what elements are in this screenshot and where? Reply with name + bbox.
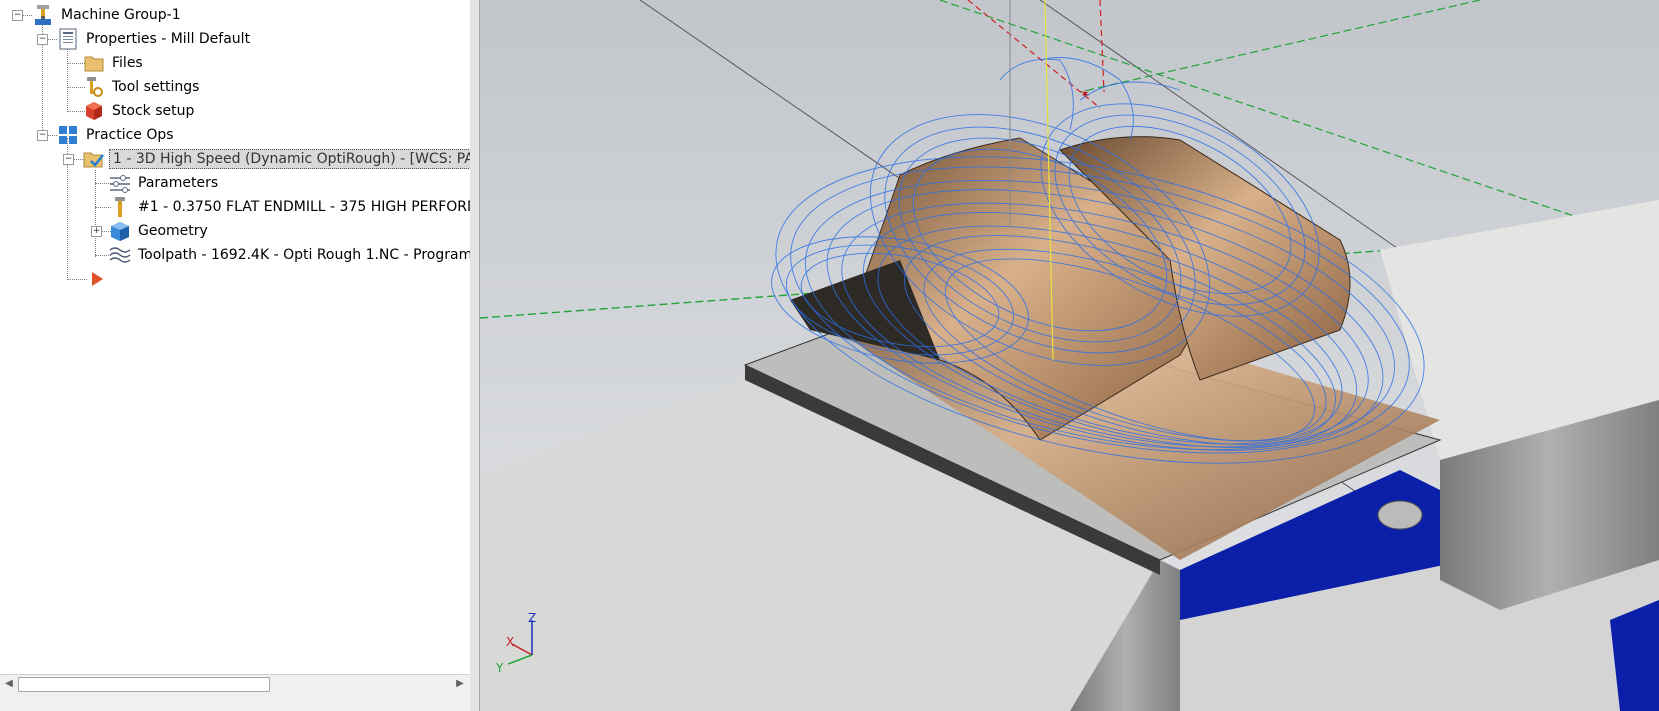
tree-line xyxy=(22,15,32,16)
collapse-practice-ops-button[interactable]: − xyxy=(37,130,48,141)
operation-folder-check-icon xyxy=(83,148,105,170)
toolpath-group-icon xyxy=(57,124,79,146)
scroll-right-icon[interactable]: ▶ xyxy=(452,676,468,692)
folder-icon xyxy=(83,52,105,74)
tree-item-parameters[interactable]: Parameters xyxy=(109,172,221,194)
collapse-properties-button[interactable]: − xyxy=(37,34,48,45)
scroll-left-icon[interactable]: ◀ xyxy=(1,676,17,692)
tree-label: Parameters xyxy=(138,175,219,191)
stock-box-icon xyxy=(83,100,105,122)
tree-line xyxy=(67,47,68,112)
tree-label: #1 - 0.3750 FLAT ENDMILL - 375 HIGH PERF… xyxy=(138,199,471,215)
tree-line xyxy=(67,279,87,280)
tree-line xyxy=(47,39,57,40)
tree-item-practice-ops[interactable]: Practice Ops xyxy=(57,124,177,146)
tree-label: Geometry xyxy=(138,223,208,239)
panel-splitter[interactable] xyxy=(470,0,480,711)
gnomon-x-label: X xyxy=(506,635,514,649)
tree-item-machine-group[interactable]: Machine Group-1 xyxy=(32,4,184,26)
tree-item-tool[interactable]: #1 - 0.3750 FLAT ENDMILL - 375 HIGH PERF… xyxy=(109,196,471,218)
properties-sheet-icon xyxy=(57,28,79,50)
toolpath-wave-icon xyxy=(109,244,131,266)
tree-label: Practice Ops xyxy=(86,127,174,143)
tree-item-operation[interactable]: 1 - 3D High Speed (Dynamic OptiRough) - … xyxy=(83,148,470,170)
tree-label: Properties - Mill Default xyxy=(86,31,251,47)
graphics-viewport[interactable]: ✶ Z X Y xyxy=(480,0,1659,711)
panel-footer xyxy=(0,692,470,711)
tree-item-geometry[interactable]: Geometry xyxy=(109,220,211,242)
viewport-scene: ✶ Z X Y xyxy=(480,0,1659,711)
gnomon-z-label: Z xyxy=(528,611,536,625)
tree-item-tool-settings[interactable]: Tool settings xyxy=(83,76,202,98)
tree-label: Machine Group-1 xyxy=(61,7,181,23)
tree-item-files[interactable]: Files xyxy=(83,52,146,74)
tree-label: Files xyxy=(112,55,143,71)
insert-arrow[interactable] xyxy=(86,268,112,290)
tree-line xyxy=(73,159,83,160)
gnomon-y-label: Y xyxy=(495,661,504,675)
scrollbar-thumb[interactable] xyxy=(18,677,270,692)
tree-line xyxy=(47,135,57,136)
tree-item-properties[interactable]: Properties - Mill Default xyxy=(57,28,253,50)
insert-arrow-icon xyxy=(86,268,108,290)
expand-geometry-button[interactable]: + xyxy=(91,226,102,237)
vise-screw xyxy=(1377,500,1423,530)
tree-label: 1 - 3D High Speed (Dynamic OptiRough) - … xyxy=(109,149,470,169)
wcs-origin-icon: ✶ xyxy=(1080,87,1090,101)
horizontal-scrollbar[interactable]: ◀ ▶ xyxy=(0,674,470,693)
endmill-icon xyxy=(109,196,131,218)
geometry-cube-icon xyxy=(109,220,131,242)
tree-label: Tool settings xyxy=(112,79,200,95)
toolpaths-manager-panel: − − − − + Machine Group-1 Properties - M… xyxy=(0,0,471,711)
parameters-sliders-icon xyxy=(109,172,131,194)
tree-label: Stock setup xyxy=(112,103,195,119)
machine-icon xyxy=(32,4,54,26)
tree-item-stock-setup[interactable]: Stock setup xyxy=(83,100,197,122)
tree-item-toolpath[interactable]: Toolpath - 1692.4K - Opti Rough 1.NC - P… xyxy=(109,244,471,266)
tree-label: Toolpath - 1692.4K - Opti Rough 1.NC - P… xyxy=(138,247,471,263)
collapse-operation-button[interactable]: − xyxy=(63,154,74,165)
tool-settings-icon xyxy=(83,76,105,98)
collapse-machine-group-button[interactable]: − xyxy=(12,10,23,21)
